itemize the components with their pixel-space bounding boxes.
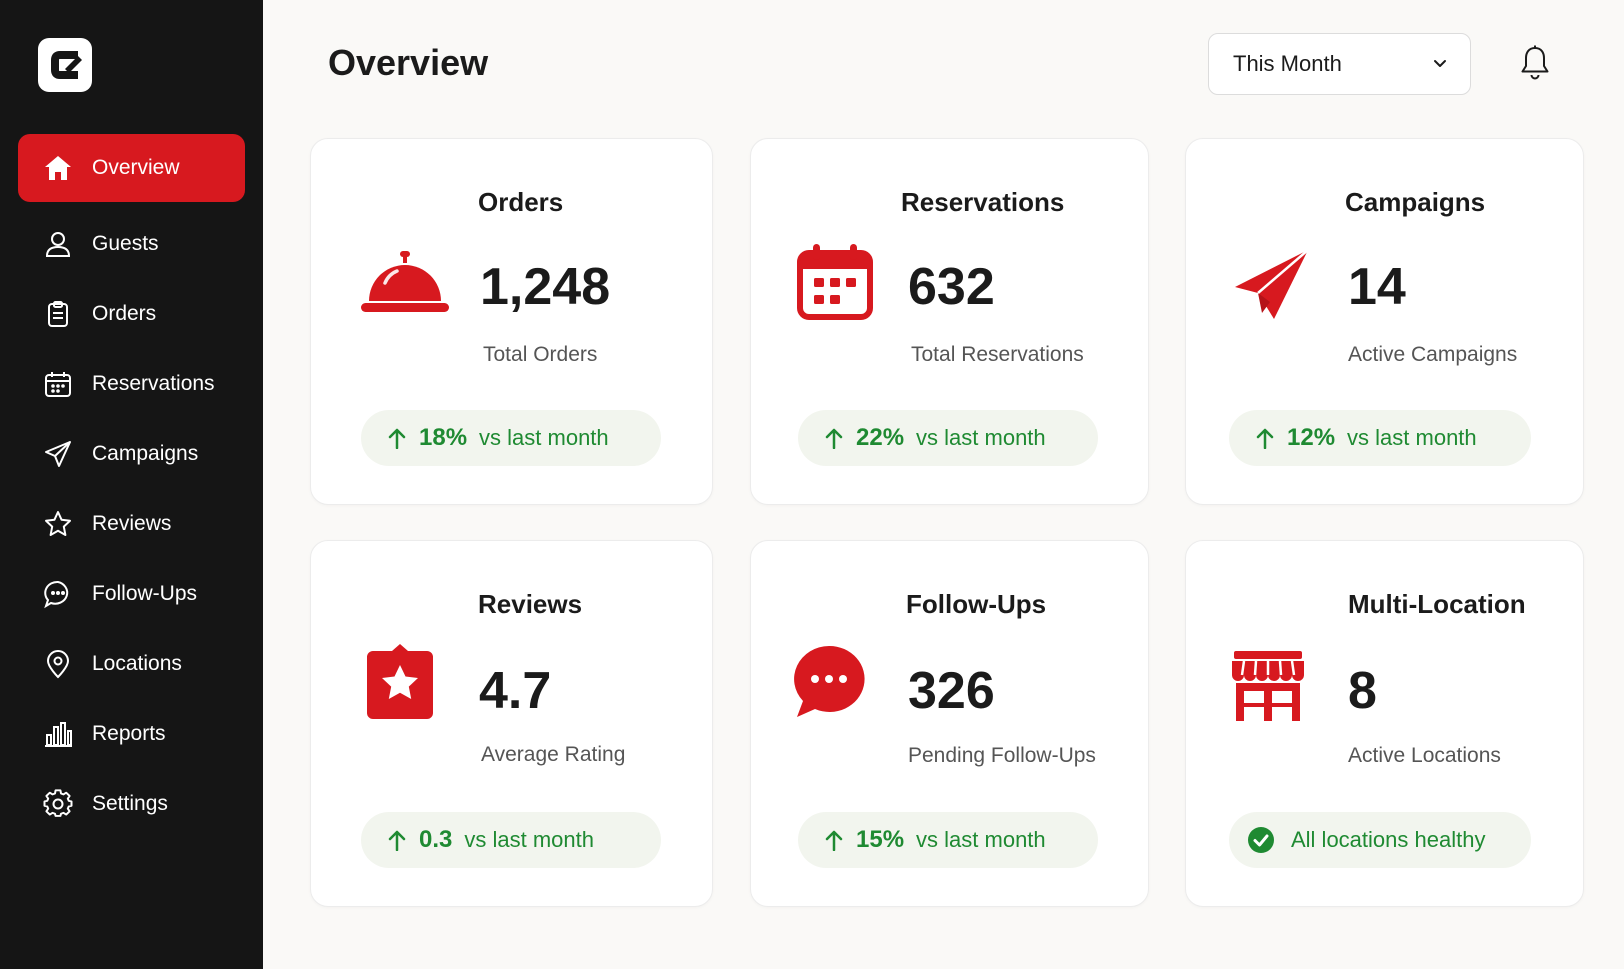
arrow-up-icon [825,428,843,449]
home-icon [38,153,78,183]
map-pin-icon [38,649,78,679]
card-label: Total Orders [483,343,598,366]
orders-card[interactable]: Orders 1,248 Total Orders 18% vs last mo… [310,138,713,505]
period-select[interactable]: This Month [1208,33,1471,95]
status-badge: All locations healthy [1229,812,1531,868]
calendar-icon [38,369,78,399]
card-value: 326 [908,662,995,720]
card-title: Orders [478,187,564,217]
chat-bubble-icon [794,645,865,717]
card-title: Follow-Ups [906,589,1047,619]
user-icon [38,229,78,259]
sidebar-item-follow-ups[interactable]: Follow-Ups [18,560,245,628]
chevron-down-icon [1434,60,1446,67]
sidebar: Overview Guests Orders Reservations Camp… [0,0,263,969]
star-badge-icon [367,644,433,719]
sidebar-item-campaigns[interactable]: Campaigns [18,420,245,488]
trend-text: vs last month [464,827,594,852]
chat-bubble-icon [38,579,78,609]
page-title: Overview [328,42,489,83]
sidebar-item-locations[interactable]: Locations [18,630,245,698]
sidebar-item-label: Locations [92,652,182,675]
trend-text: vs last month [916,425,1046,450]
trend-value: 18% [419,424,468,451]
card-title: Multi-Location [1348,589,1526,619]
sidebar-item-settings[interactable]: Settings [18,770,245,838]
service-bell-icon [361,251,449,312]
sidebar-item-label: Reports [92,722,166,745]
arrow-up-icon [1256,428,1274,449]
trend-badge: 0.3 vs last month [361,812,661,868]
trend-badge: 22% vs last month [798,410,1098,466]
sidebar-item-label: Reservations [92,372,215,395]
sidebar-item-label: Orders [92,302,157,325]
follow-ups-card[interactable]: Follow-Ups 326 Pending Follow-Ups 15% vs… [750,540,1149,907]
calendar-icon [797,244,873,320]
bar-chart-icon [38,719,78,749]
trend-badge: 18% vs last month [361,410,661,466]
card-value: 4.7 [479,662,552,720]
star-icon [38,509,78,539]
card-title: Reservations [901,187,1065,217]
trend-value: 15% [856,826,905,853]
card-value: 14 [1348,258,1406,316]
sidebar-item-label: Settings [92,792,168,815]
sidebar-item-guests[interactable]: Guests [18,210,245,278]
arrow-up-icon [825,830,843,851]
sidebar-item-label: Reviews [92,512,172,535]
trend-value: 0.3 [419,826,453,853]
paper-plane-icon [38,439,78,469]
reservations-card[interactable]: Reservations 632 Total Reservations 22% … [750,138,1149,505]
trend-value: 12% [1287,424,1336,451]
sidebar-item-label: Guests [92,232,159,255]
card-title: Reviews [478,589,583,619]
card-label: Average Rating [481,743,626,766]
paper-plane-icon [1235,249,1309,319]
card-label: Pending Follow-Ups [908,744,1096,767]
sidebar-item-orders[interactable]: Orders [18,280,245,348]
card-value: 8 [1348,662,1377,720]
campaigns-card[interactable]: Campaigns 14 Active Campaigns 12% vs las… [1185,138,1584,505]
status-text: All locations healthy [1291,827,1486,852]
period-select-value: This Month [1233,51,1342,76]
app-logo[interactable] [38,38,92,92]
sidebar-item-reports[interactable]: Reports [18,700,245,768]
storefront-icon [1232,651,1304,721]
notification-bell-icon[interactable] [1518,44,1552,82]
clipboard-icon [38,299,78,329]
card-label: Active Locations [1348,744,1501,767]
trend-value: 22% [856,424,905,451]
trend-badge: 12% vs last month [1229,410,1531,466]
card-label: Active Campaigns [1348,343,1518,366]
gear-icon [38,789,78,819]
sidebar-item-label: Overview [92,156,180,179]
trend-text: vs last month [1347,425,1477,450]
trend-badge: 15% vs last month [798,812,1098,868]
sidebar-item-reviews[interactable]: Reviews [18,490,245,558]
sidebar-item-reservations[interactable]: Reservations [18,350,245,418]
reviews-card[interactable]: Reviews 4.7 Average Rating 0.3 vs last m… [310,540,713,907]
arrow-up-icon [388,830,406,851]
sidebar-item-label: Follow-Ups [92,582,198,605]
card-value: 1,248 [480,258,611,316]
trend-text: vs last month [916,827,1046,852]
trend-text: vs last month [479,425,609,450]
card-label: Total Reservations [911,343,1084,366]
card-value: 632 [908,258,995,316]
sidebar-item-overview[interactable]: Overview [18,134,245,202]
multi-location-card[interactable]: Multi-Location 8 Active Locations All lo… [1185,540,1584,907]
sidebar-item-label: Campaigns [92,442,199,465]
check-circle-icon [1248,827,1274,853]
card-title: Campaigns [1345,187,1486,217]
arrow-up-icon [388,428,406,449]
